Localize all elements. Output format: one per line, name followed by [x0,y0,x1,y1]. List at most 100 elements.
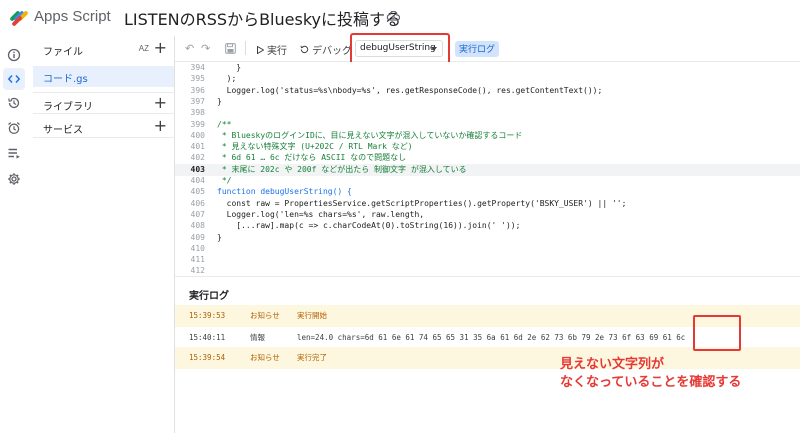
project-settings-button[interactable] [3,168,25,190]
code-line[interactable]: 402 * 6d 61 … 6c だけなら ASCII なので問題なし [175,152,800,164]
code-line[interactable]: 407 Logger.log('len=%s chars=%s', raw.le… [175,209,800,221]
line-number: 394 [190,63,205,72]
code-text: const raw = PropertiesService.getScriptP… [217,198,627,208]
code-line[interactable]: 404 */ [175,175,800,187]
cloud-saved-icon [386,11,400,21]
code-line[interactable]: 398 [175,107,800,119]
code-text: /** [217,119,232,129]
apps-script-logo-icon[interactable] [8,6,30,26]
editor-button[interactable] [3,68,25,90]
file-item-code-gs[interactable]: コード.gs [33,66,174,87]
code-line[interactable]: 403 * 末尾に 202c や 200f などが出たら 制御文字 が混入してい… [175,163,800,176]
code-line[interactable]: 401 * 見えない特殊文字 (U+202C / RTL Mark など) [175,141,800,153]
line-number: 399 [190,119,205,129]
line-number: 401 [190,142,205,152]
code-icon [7,74,21,84]
alarm-icon [8,122,20,135]
code-text: Logger.log('status=%s\nbody=%s', res.get… [217,85,603,95]
triggers-button[interactable] [3,117,25,139]
execution-log-panel: 実行ログ 15:39:53 お知らせ 実行開始 15:40:11 情報 len=24.0 … [175,276,800,433]
save-icon[interactable] [225,43,236,54]
code-line[interactable]: 411 [175,254,800,266]
code-line[interactable]: 395 ); [175,73,800,85]
app-name[interactable]: Apps Script [34,8,111,25]
libraries-section-header: ライブラリ + [33,92,175,114]
log-message: 実行完了 [297,353,327,362]
code-line[interactable]: 394 } [175,62,800,74]
debug-icon [300,45,309,54]
code-line[interactable]: 406 const raw = PropertiesService.getScr… [175,198,800,210]
code-text: */ [217,176,232,185]
services-label: サービス [43,125,83,136]
code-text: function debugUserString() { [217,187,352,197]
line-number: 402 [190,153,205,163]
line-number: 410 [190,243,205,253]
files-section-header: ファイル AZ + [33,36,175,59]
code-text: } [217,232,222,242]
code-line[interactable]: 410 [175,243,800,255]
code-line[interactable]: 400 * BlueskyのログインIDに、目に見えない文字が混入していないか確… [175,130,800,142]
run-button[interactable]: 実行 [257,42,287,57]
libraries-label: ライブラリ [43,102,93,113]
file-panel: ファイル AZ + コード.gs ライブラリ + サービス + [33,36,175,433]
info-icon [7,48,21,62]
line-number: 406 [190,198,205,208]
log-message: 実行開始 [297,311,327,320]
log-time: 15:39:53 [189,311,226,320]
line-number: 409 [190,232,205,242]
execution-log-toggle[interactable]: 実行ログ [455,41,500,57]
line-number: 397 [190,96,205,106]
code-line[interactable]: 396 Logger.log('status=%s\nbody=%s', res… [175,85,800,97]
log-time: 15:39:54 [189,353,226,362]
annotation-note: 見えない文字列が なくなっていることを確認する [560,356,796,392]
code-text: [...raw].map(c => c.charCodeAt(0).toStri… [217,221,521,231]
file-item-label: コード.gs [43,74,88,85]
code-text: } [217,96,222,106]
code-text: * 末尾に 202c や 200f などが出たら 制御文字 が混入している [217,164,467,174]
code-line[interactable]: 412 [175,265,800,276]
toolbar-divider [245,41,246,55]
line-number: 411 [190,255,205,265]
play-icon [257,45,264,54]
project-title[interactable]: LISTENのRSSからBlueskyに投稿する [124,6,401,30]
code-editor[interactable]: 394 } 395 ); 396 Logger.log('status=%s\nbo… [175,62,800,276]
add-service-button[interactable]: + [154,118,167,134]
add-file-button[interactable]: + [154,40,167,56]
code-line[interactable]: 399 /** [175,119,800,131]
code-text: ); [217,74,237,84]
log-level: 情報 [250,333,265,342]
redo-icon[interactable]: ↷ [201,42,210,55]
line-number: 398 [190,108,205,118]
code-text: * 見えない特殊文字 (U+202C / RTL Mark など) [217,142,413,152]
line-number: 407 [190,209,205,219]
annotation-line-1: 見えない文字列が [560,357,665,372]
editor-toolbar: ↶ ↷ 実行 デバッグ debugUserString 実行ログ [175,36,800,62]
code-line[interactable]: 408 [...raw].map(c => c.charCodeAt(0).to… [175,220,800,232]
run-label: 実行 [267,46,287,57]
executions-button[interactable] [3,142,25,164]
overview-button[interactable] [3,44,25,66]
files-label: ファイル [43,47,83,58]
history-button[interactable] [3,92,25,114]
log-level: お知らせ [250,353,280,362]
undo-icon[interactable]: ↶ [185,42,194,55]
code-text: * BlueskyのログインIDに、目に見えない文字が混入していないか確認するコ… [217,130,523,140]
debug-button[interactable]: デバッグ [300,42,352,57]
executions-icon [8,148,20,159]
line-number: 404 [190,176,205,185]
code-text: * 6d 61 … 6c だけなら ASCII なので問題なし [217,153,407,163]
code-line[interactable]: 405 function debugUserString() { [175,186,800,198]
navigation-rail [0,36,30,433]
line-number: 403 [190,164,205,174]
code-text: } [217,63,242,72]
line-number: 412 [190,266,205,276]
code-line[interactable]: 397} [175,96,800,108]
code-line[interactable]: 409} [175,232,800,244]
log-time: 15:40:11 [189,333,226,342]
execution-log-title: 実行ログ [189,291,229,302]
add-library-button[interactable]: + [154,95,167,111]
top-header: Apps Script LISTENのRSSからBlueskyに投稿する [0,0,800,36]
sort-files-button[interactable]: AZ [139,44,149,53]
line-number: 395 [190,74,205,84]
highlight-box-log-end [693,315,741,351]
